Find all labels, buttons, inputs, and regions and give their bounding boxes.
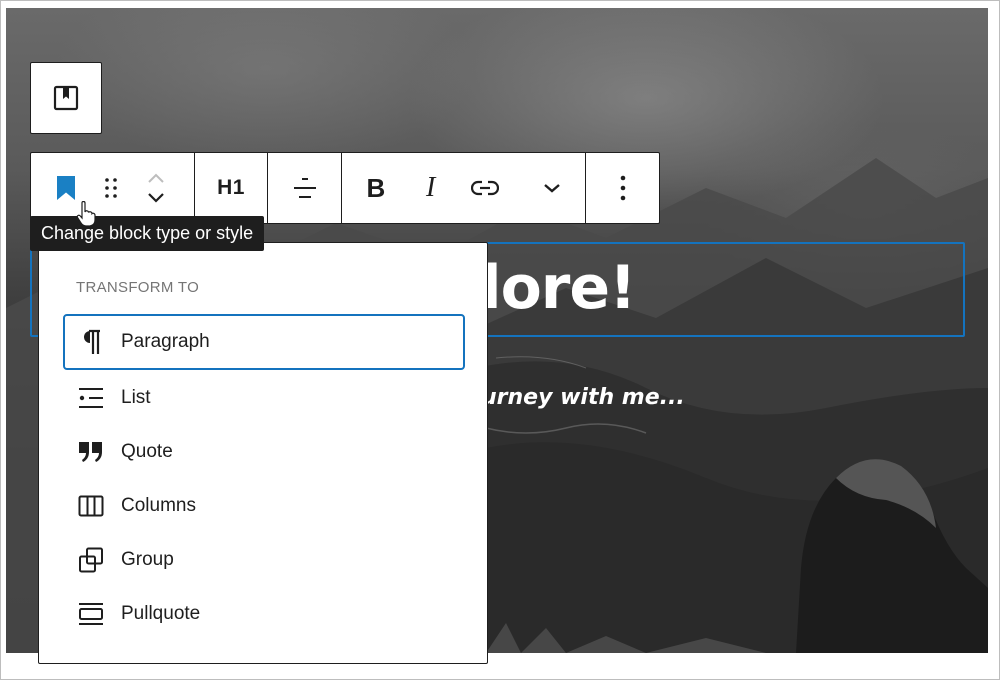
editor-frame: lore! urney with me... H1 B I TRANSFORM …	[0, 0, 1000, 680]
subtitle-text[interactable]: urney with me...	[481, 385, 685, 410]
transform-menu-title: TRANSFORM TO	[76, 279, 200, 296]
columns-icon	[77, 492, 105, 520]
group-icon	[77, 546, 105, 574]
block-toolbar: H1 B I	[30, 152, 660, 224]
pullquote-icon	[77, 600, 105, 628]
transform-item-pullquote[interactable]: Pullquote	[63, 586, 465, 642]
move-buttons	[121, 153, 191, 223]
transform-item-group[interactable]: Group	[63, 532, 465, 588]
toolbar-group-format: B I	[342, 153, 586, 223]
link-icon	[471, 180, 500, 196]
list-icon	[77, 384, 105, 412]
toolbar-group-block	[31, 153, 195, 223]
menu-item-label: Pullquote	[121, 603, 201, 624]
options-button[interactable]	[586, 153, 659, 223]
hand-cursor-icon	[76, 201, 96, 227]
align-center-icon	[293, 178, 316, 198]
toolbar-group-heading: H1	[195, 153, 268, 223]
italic-button[interactable]: I	[410, 153, 452, 223]
transform-item-quote[interactable]: Quote	[63, 424, 465, 480]
menu-item-label: Group	[121, 549, 174, 570]
tooltip: Change block type or style	[30, 216, 264, 251]
menu-item-label: Quote	[121, 441, 173, 462]
cover-block-icon-button[interactable]	[30, 62, 102, 134]
paragraph-icon	[77, 328, 105, 356]
menu-item-label: Paragraph	[121, 331, 210, 352]
transform-menu: TRANSFORM TO Paragraph List Quote Column…	[38, 242, 488, 664]
transform-item-paragraph[interactable]: Paragraph	[63, 314, 465, 370]
link-button[interactable]	[452, 153, 520, 223]
bold-button[interactable]: B	[342, 153, 410, 223]
menu-item-label: Columns	[121, 495, 196, 516]
more-vertical-icon	[620, 175, 625, 201]
chevron-down-icon	[544, 184, 560, 193]
align-button[interactable]	[268, 153, 341, 223]
transform-item-columns[interactable]: Columns	[63, 478, 465, 534]
toolbar-group-align	[268, 153, 342, 223]
cover-icon	[53, 85, 79, 111]
quote-icon	[77, 438, 105, 466]
more-formats-button[interactable]	[519, 153, 585, 223]
move-up-icon[interactable]	[146, 171, 166, 185]
heading-text[interactable]: lore!	[481, 253, 636, 323]
move-down-icon[interactable]	[146, 191, 166, 205]
transform-item-list[interactable]: List	[63, 370, 465, 426]
toolbar-group-options	[586, 153, 659, 223]
drag-handle[interactable]	[101, 153, 121, 223]
drag-handle-icon	[105, 178, 117, 198]
heading-level-button[interactable]: H1	[195, 153, 267, 223]
menu-item-label: List	[121, 387, 151, 408]
bookmark-icon	[57, 176, 75, 200]
